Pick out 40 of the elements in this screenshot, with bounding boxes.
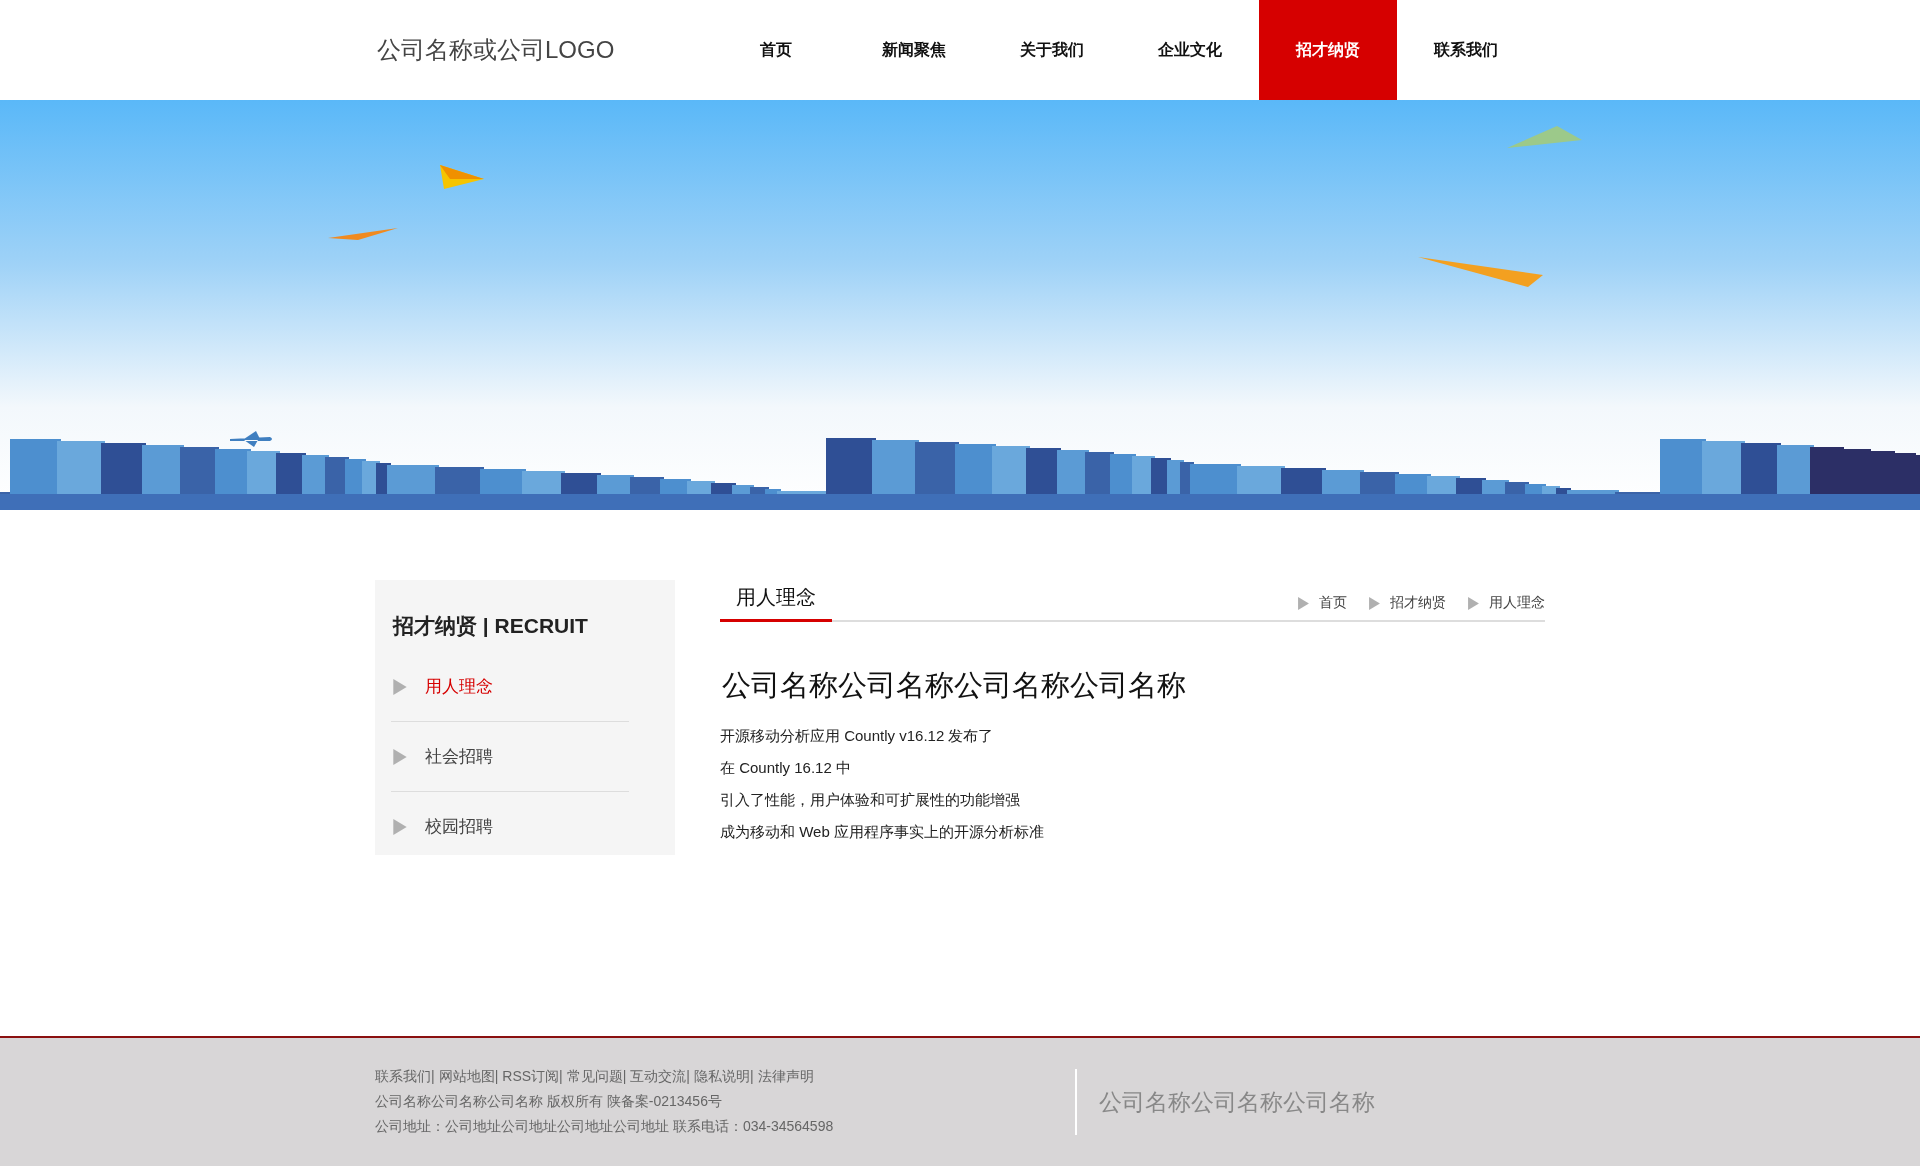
article-line: 成为移动和 Web 应用程序事实上的开源分析标准 [720, 822, 1045, 842]
article-line: 引入了性能，用户体验和可扩展性的功能增强 [720, 790, 1021, 810]
airplane-icon [230, 431, 274, 447]
article-line: 在 Countly 16.12 中 [720, 758, 852, 778]
section-tab[interactable]: 用人理念 [720, 584, 832, 622]
triangle-icon [393, 818, 407, 835]
nav-tab[interactable]: 联系我们 [1397, 0, 1535, 100]
streak-icon [1418, 257, 1543, 287]
nav-tab[interactable]: 关于我们 [983, 0, 1121, 100]
footer-link[interactable]: 网站地图| [438, 1068, 499, 1086]
paper-plane-icon [440, 165, 484, 191]
triangle-icon [1468, 596, 1479, 610]
triangle-icon [393, 748, 407, 765]
sidebar-link[interactable]: 用人理念 [425, 675, 493, 698]
triangle-icon [1298, 596, 1309, 610]
nav-tab[interactable]: 企业文化 [1121, 0, 1259, 100]
nav-tab[interactable]: 首页 [707, 0, 845, 100]
sidebar-link[interactable]: 社会招聘 [425, 745, 493, 768]
sidebar-title: 招才纳贤 | RECRUIT [391, 613, 589, 639]
footer-link[interactable]: RSS订阅| [502, 1068, 563, 1086]
footer-link[interactable]: 常见问题| [566, 1068, 627, 1086]
footer-link[interactable]: 隐私说明| [694, 1068, 754, 1086]
nav-tab[interactable]: 新闻聚焦 [845, 0, 983, 100]
footer-link[interactable]: 互动交流| [630, 1068, 690, 1086]
sidebar-link[interactable]: 校园招聘 [425, 815, 493, 838]
breadcrumb-link[interactable]: 用人理念 [1489, 594, 1545, 612]
nav-tab[interactable]: 招才纳贤 [1259, 0, 1397, 100]
address-text: 公司地址：公司地址公司地址公司地址公司地址 联系电话：034-34564598 [375, 1118, 835, 1136]
company-logo-text[interactable]: 公司名称或公司LOGO [375, 34, 615, 66]
triangle-icon [1369, 596, 1380, 610]
triangle-icon [393, 678, 407, 695]
footer-link[interactable]: 法律声明 [757, 1068, 814, 1086]
article-line: 开源移动分析应用 Countly v16.12 发布了 [720, 726, 995, 746]
paper-plane-icon [1507, 126, 1582, 150]
footer-link[interactable]: 联系我们| [375, 1068, 435, 1086]
article-heading: 公司名称公司名称公司名称公司名称 [722, 667, 1187, 704]
breadcrumb-link[interactable]: 首页 [1319, 594, 1347, 612]
copyright-text: 公司名称公司名称公司名称 版权所有 陕备案-0213456号 [375, 1093, 723, 1111]
breadcrumb-link[interactable]: 招才纳贤 [1390, 594, 1446, 612]
company-name-text: 公司名称公司名称公司名称 [1099, 1087, 1375, 1117]
